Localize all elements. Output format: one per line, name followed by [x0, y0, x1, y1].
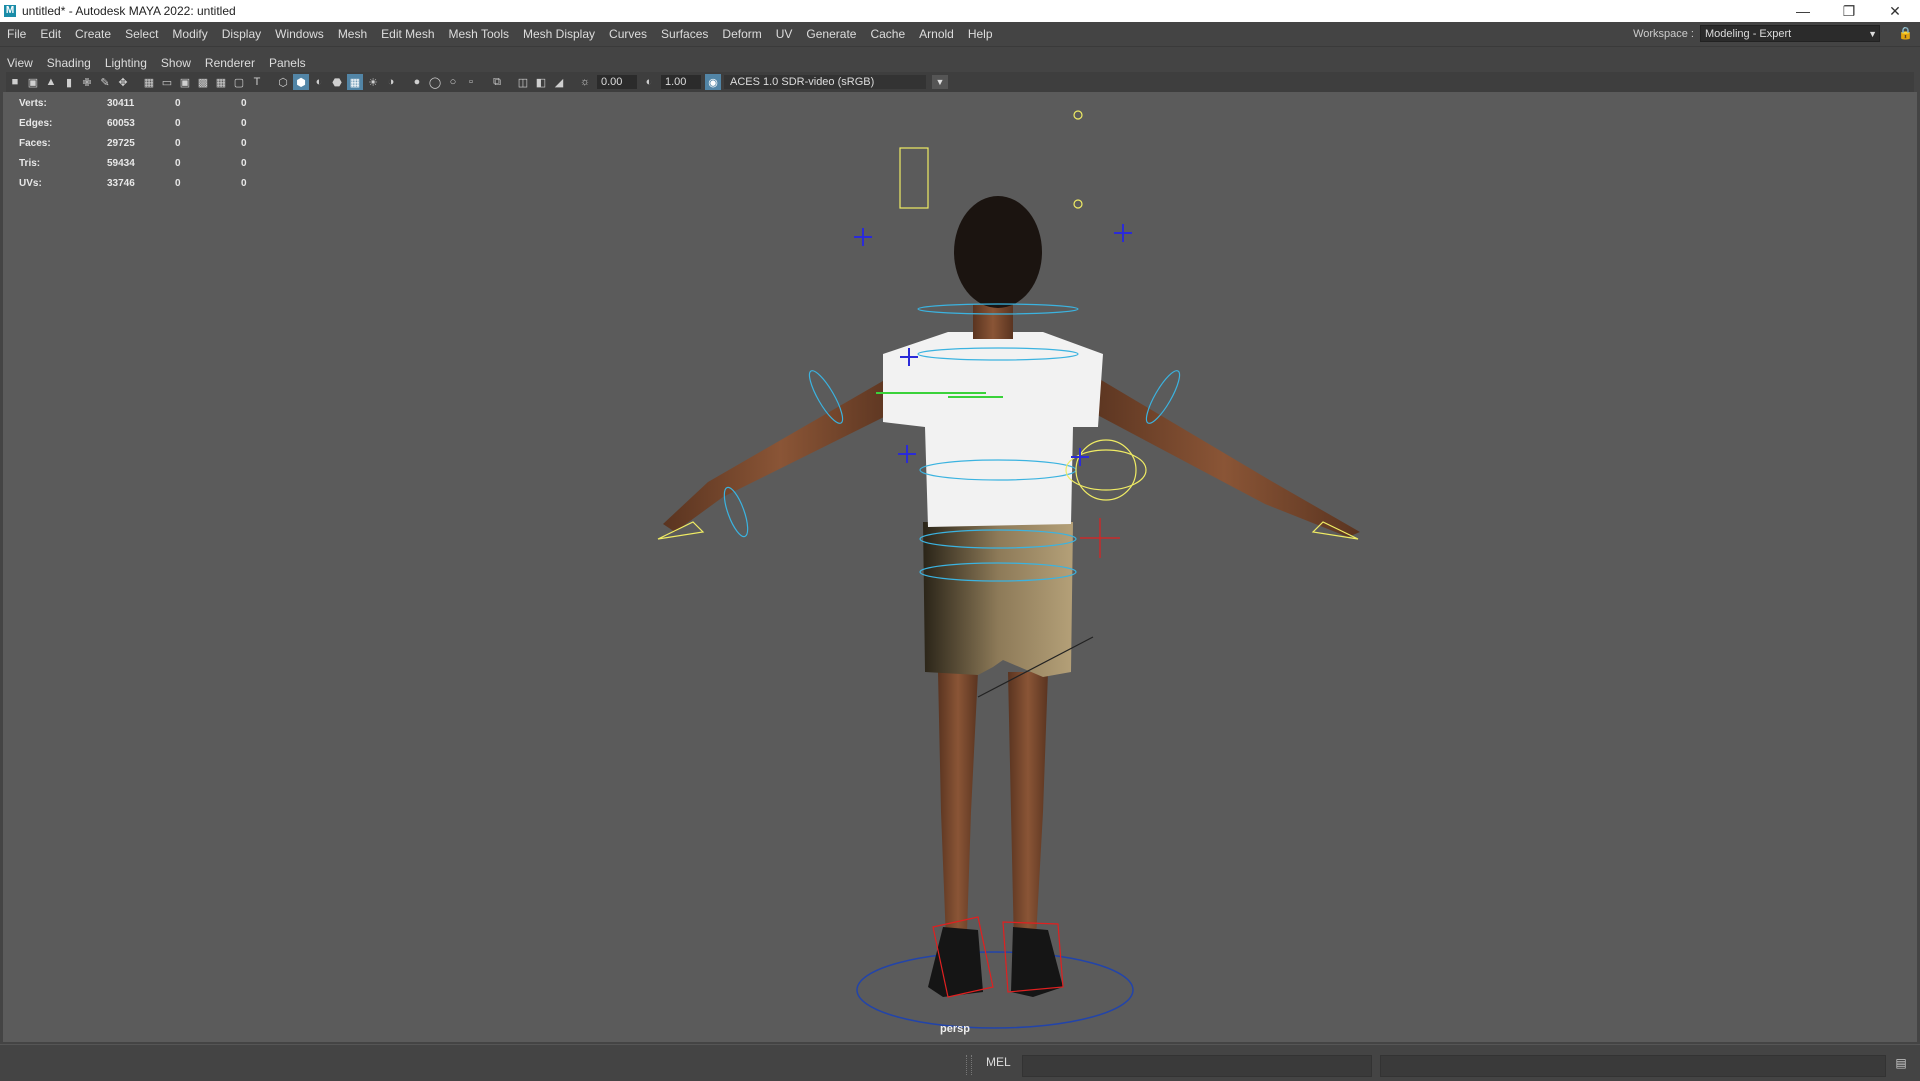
maya-app-icon: M	[4, 5, 16, 17]
panel-menu-bar: View Shading Lighting Show Renderer Pane…	[0, 53, 1920, 72]
gripper-handle[interactable]	[966, 1055, 972, 1075]
wireframe-icon[interactable]: ⬡	[275, 74, 291, 90]
view-transform-dropdown[interactable]: ACES 1.0 SDR-video (sRGB) ▼	[724, 75, 948, 89]
menu-create[interactable]: Create	[68, 27, 118, 41]
bookmark-icon[interactable]: ▲	[43, 74, 59, 90]
head	[954, 196, 1042, 308]
image-plane-icon[interactable]: ▮	[61, 74, 77, 90]
move-icon[interactable]: ✥	[115, 74, 131, 90]
main-menu-bar: File Edit Create Select Modify Display W…	[0, 22, 1920, 47]
panel-menu-view[interactable]: View	[0, 56, 40, 70]
grid-icon[interactable]: ▦	[141, 74, 157, 90]
menu-windows[interactable]: Windows	[268, 27, 331, 41]
menu-modify[interactable]: Modify	[165, 27, 214, 41]
menu-cache[interactable]: Cache	[863, 27, 912, 41]
viewport-persp[interactable]: Verts: 30411 0 0 Edges: 60053 0 0 Faces:…	[3, 92, 1917, 1042]
grease-pencil-icon[interactable]: ✎	[97, 74, 113, 90]
menu-edit[interactable]: Edit	[33, 27, 68, 41]
menu-arnold[interactable]: Arnold	[912, 27, 961, 41]
title-bar: M untitled* - Autodesk MAYA 2022: untitl…	[0, 0, 1920, 22]
xray-icon[interactable]: ◫	[515, 74, 531, 90]
isolate-select-icon[interactable]: ⧉	[489, 74, 505, 90]
menu-mesh-display[interactable]: Mesh Display	[516, 27, 602, 41]
script-editor-icon[interactable]: ▤	[1892, 1056, 1910, 1074]
screen-space-ao-icon[interactable]: ●	[409, 74, 425, 90]
motion-blur-icon[interactable]: ◯	[427, 74, 443, 90]
menu-display[interactable]: Display	[215, 27, 268, 41]
lock-icon[interactable]: 🔒	[1898, 26, 1913, 42]
menu-surfaces[interactable]: Surfaces	[654, 27, 715, 41]
camera-attributes-icon[interactable]: ▣	[25, 74, 41, 90]
chevron-down-icon: ▼	[1868, 29, 1877, 39]
resolution-gate-icon[interactable]: ▣	[177, 74, 193, 90]
panel-menu-shading[interactable]: Shading	[40, 56, 98, 70]
anti-aliasing-icon[interactable]: ○	[445, 74, 461, 90]
panel-menu-lighting[interactable]: Lighting	[98, 56, 154, 70]
menu-mesh[interactable]: Mesh	[331, 27, 374, 41]
panel-menu-panels[interactable]: Panels	[262, 56, 313, 70]
menu-help[interactable]: Help	[961, 27, 1000, 41]
gamma-icon[interactable]: ◐	[641, 74, 657, 90]
scene-character-rig	[657, 110, 1360, 1029]
gamma-field[interactable]: 1.00	[661, 75, 701, 89]
left-shoe	[928, 927, 983, 997]
window-title: untitled* - Autodesk MAYA 2022: untitled	[22, 4, 236, 18]
menu-deform[interactable]: Deform	[715, 27, 768, 41]
chevron-down-icon: ▼	[932, 75, 948, 89]
left-arm	[663, 374, 898, 532]
menu-curves[interactable]: Curves	[602, 27, 654, 41]
minimize-icon[interactable]: —	[1780, 0, 1826, 22]
textured-icon[interactable]: ▦	[347, 74, 363, 90]
xray-active-components-icon[interactable]: ◧	[533, 74, 549, 90]
close-icon[interactable]: ✕	[1872, 0, 1918, 22]
command-input-field[interactable]	[1022, 1055, 1372, 1077]
depth-of-field-icon[interactable]: ▫	[463, 74, 479, 90]
menu-edit-mesh[interactable]: Edit Mesh	[374, 27, 441, 41]
shirt	[883, 332, 1103, 527]
color-management-icon[interactable]: ◉	[705, 74, 721, 90]
gate-mask-icon[interactable]: ▩	[195, 74, 211, 90]
shadows-icon[interactable]: ◑	[383, 74, 399, 90]
neck	[973, 304, 1013, 339]
menu-file[interactable]: File	[0, 27, 33, 41]
workspace-selector: Workspace : Modeling - Expert ▼	[1633, 25, 1880, 42]
menu-generate[interactable]: Generate	[799, 27, 863, 41]
wireframe-on-shaded-icon[interactable]: ⬣	[329, 74, 345, 90]
default-material-icon[interactable]: ◐	[311, 74, 327, 90]
panel-menu-renderer[interactable]: Renderer	[198, 56, 262, 70]
xray-joints-icon[interactable]: ◢	[551, 74, 567, 90]
menu-select[interactable]: Select	[118, 27, 165, 41]
panel-toolbar: ■ ▣ ▲ ▮ ✙ ✎ ✥ ▦ ▭ ▣ ▩ ▦ ▢ T ⬡ ⬢ ◐ ⬣ ▦ ☀ …	[6, 72, 1914, 92]
field-chart-icon[interactable]: ▦	[213, 74, 229, 90]
camera-name-label: persp	[940, 1023, 970, 1035]
command-result-field	[1380, 1055, 1886, 1077]
root-control-circle	[856, 951, 1134, 1029]
view-transform-value: ACES 1.0 SDR-video (sRGB)	[730, 76, 875, 88]
smooth-shade-icon[interactable]: ⬢	[293, 74, 309, 90]
restore-icon[interactable]: ❐	[1826, 0, 1872, 22]
film-gate-icon[interactable]: ▭	[159, 74, 175, 90]
workspace-dropdown[interactable]: Modeling - Expert ▼	[1700, 25, 1880, 42]
mel-language-toggle[interactable]: MEL	[986, 1055, 1011, 1069]
command-line-bar: MEL ▤	[0, 1044, 1920, 1081]
workspace-value: Modeling - Expert	[1705, 28, 1792, 40]
select-camera-icon[interactable]: ■	[7, 74, 23, 90]
right-arm	[1088, 374, 1360, 537]
menu-mesh-tools[interactable]: Mesh Tools	[442, 27, 516, 41]
2d-pan-zoom-icon[interactable]: ✙	[79, 74, 95, 90]
menu-uv[interactable]: UV	[769, 27, 800, 41]
safe-title-icon[interactable]: T	[249, 74, 265, 90]
safe-action-icon[interactable]: ▢	[231, 74, 247, 90]
workspace-label: Workspace :	[1633, 27, 1694, 40]
right-shoe	[1011, 927, 1063, 997]
panel-menu-show[interactable]: Show	[154, 56, 198, 70]
use-all-lights-icon[interactable]: ☀	[365, 74, 381, 90]
exposure-field[interactable]: 0.00	[597, 75, 637, 89]
exposure-icon[interactable]: ☼	[577, 74, 593, 90]
